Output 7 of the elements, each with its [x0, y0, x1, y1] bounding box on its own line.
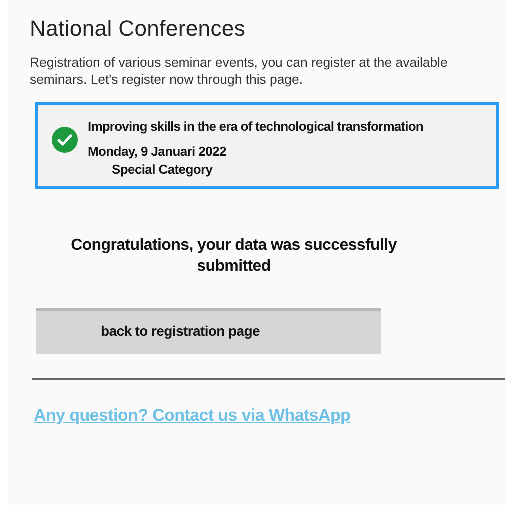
seminar-date: Monday, 9 Januari 2022: [88, 144, 228, 159]
back-button[interactable]: back to registration page: [36, 308, 381, 354]
success-message: Congratulations, your data was successfully submitted: [70, 236, 398, 277]
seminar-title: Improving skills in the era of technological transformation: [88, 119, 424, 134]
page-description: Registration of various seminar events, you can register at the available seminars. Let's register now through this page.: [30, 54, 449, 88]
page-title: National Conferences: [30, 16, 247, 42]
seminar-category: Special Category: [112, 162, 214, 177]
